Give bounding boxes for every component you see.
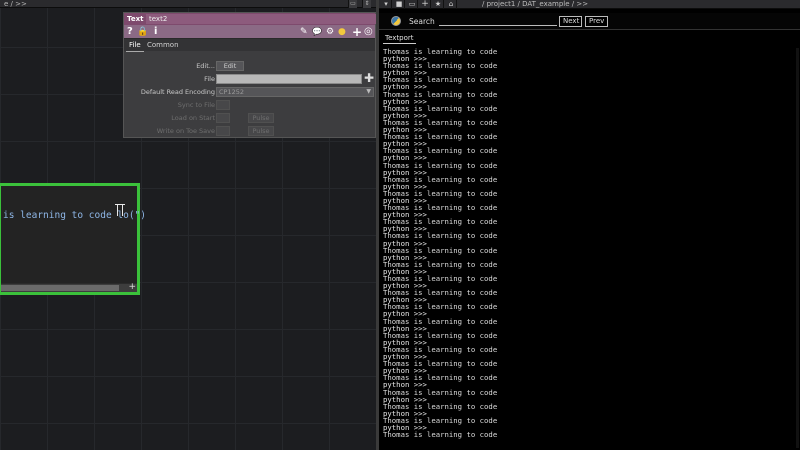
text-cursor-icon (115, 204, 125, 216)
textport-line: Thomas is learning to code (383, 117, 498, 127)
textport-line: Thomas is learning to code (383, 288, 498, 298)
tab-common[interactable]: Common (144, 39, 182, 51)
chevron-down-icon: ▼ (366, 88, 371, 95)
write-on-save-toggle[interactable] (216, 126, 230, 136)
pane-breadcrumb[interactable]: / project1 / DAT_example / >> (482, 0, 588, 9)
param-row-edit: Edit... Edit (124, 61, 376, 72)
add-pane-icon[interactable]: + (420, 0, 431, 9)
info-icon[interactable]: i (154, 26, 157, 38)
help-icon[interactable]: ? (127, 26, 133, 38)
textport-scrollbar[interactable] (796, 48, 799, 448)
file-label: File (204, 75, 215, 83)
encoding-label: Default Read Encoding (140, 88, 215, 96)
python-icon[interactable]: ● (338, 26, 346, 38)
textport-line: Thomas is learning to code (383, 274, 498, 283)
load-pulse-button[interactable]: Pulse (248, 113, 274, 123)
textport-line: Thomas is learning to code (383, 48, 498, 56)
operator-name-field[interactable]: text2 (146, 14, 376, 24)
next-button[interactable]: Next (559, 16, 582, 27)
textport-line: Thomas is learning to code (383, 430, 498, 440)
param-tabs: File Common (124, 39, 375, 52)
compare-icon[interactable]: ⚙ (326, 26, 334, 38)
search-label: Search (409, 17, 435, 26)
textport-topbar: ▾ ■ ▭ + ★ ⌂ / project1 / DAT_example / >… (379, 0, 800, 9)
python-help-icon[interactable]: 🔒 (137, 26, 148, 38)
textport-line: Thomas is learning to code (383, 373, 498, 383)
textport-line: Thomas is learning to code (383, 188, 498, 198)
edit-button[interactable]: Edit (216, 61, 244, 71)
file-browse-icon[interactable]: ✚ (364, 72, 374, 84)
expand-icon[interactable]: ⇕ (362, 0, 371, 8)
param-row-encoding: Default Read Encoding CP1252 ▼ (124, 87, 376, 98)
textport-line: Thomas is learning to code (383, 132, 498, 142)
textport-line: Thomas is learning to code (383, 75, 498, 85)
scroll-thumb[interactable] (1, 285, 119, 291)
sync-label: Sync to File (177, 101, 215, 109)
file-field[interactable] (216, 74, 362, 84)
textport-line: Thomas is learning to code (383, 316, 498, 326)
param-titlebar: Text text2 (124, 13, 376, 25)
textport-line: Thomas is learning to code (383, 344, 498, 354)
edit-label: Edit... (196, 62, 215, 70)
textport-line: Thomas is learning to code (383, 415, 498, 425)
home-icon[interactable]: ⌂ (446, 0, 457, 9)
edit-icon[interactable]: ✎ (300, 26, 308, 38)
textport-line: Thomas is learning to code (383, 401, 498, 411)
textport-line: Thomas is learning to code (383, 146, 498, 156)
encoding-value: CP1252 (219, 88, 245, 96)
textport-pane: ▾ ■ ▭ + ★ ⌂ / project1 / DAT_example / >… (379, 0, 800, 450)
load-on-start-label: Load on Start (171, 114, 215, 122)
search-input[interactable] (439, 16, 557, 26)
dat-viewer[interactable]: is learning to code lo(") + (0, 183, 146, 295)
textport-line: Thomas is learning to code (383, 103, 498, 113)
textport-line: Thomas is learning to code (383, 89, 498, 99)
textport-line: Thomas is learning to code (383, 245, 498, 255)
param-row-write-on-save: Write on Toe Save Pulse (124, 126, 376, 137)
dat-text-content[interactable]: is learning to code lo(") (3, 210, 146, 221)
param-row-load-on-start: Load on Start Pulse (124, 113, 376, 124)
textport-line: Thomas is learning to code (383, 259, 498, 269)
param-row-file: File ✚ (124, 72, 376, 85)
split-icon[interactable]: ▭ (348, 0, 357, 8)
stop-icon[interactable]: ■ (394, 0, 405, 9)
network-breadcrumb[interactable]: e / >> (4, 0, 27, 8)
textport-line: Thomas is learning to code (383, 217, 498, 227)
textport-line: Thomas is learning to code (383, 359, 498, 369)
textport-line: Thomas is learning to code (383, 203, 498, 213)
param-icon-bar: ? 🔒 i ✎ 💬 ⚙ ● + ◎ (124, 25, 375, 39)
sync-toggle[interactable] (216, 100, 230, 110)
param-row-sync: Sync to File (124, 100, 376, 111)
network-topbar: e / >> ▭ ⇕ (0, 0, 376, 8)
expand-plus-icon[interactable]: + (128, 282, 136, 292)
textport-line: Thomas is learning to code (383, 160, 498, 170)
search-bar: Search Next Prev (379, 13, 800, 30)
textport-line: Thomas is learning to code (383, 174, 498, 184)
network-editor[interactable]: e / >> ▭ ⇕ Text text2 ? 🔒 i ✎ 💬 ⚙ ● + ◎ … (0, 0, 376, 450)
encoding-menu[interactable]: CP1252 ▼ (216, 87, 374, 97)
tab-textport[interactable]: Textport (383, 33, 416, 44)
star-icon[interactable]: ★ (433, 0, 444, 9)
textport-line: Thomas is learning to code (383, 61, 498, 71)
write-pulse-button[interactable]: Pulse (248, 126, 274, 136)
comment-icon[interactable]: 💬 (312, 26, 322, 38)
add-icon[interactable]: + (352, 26, 362, 38)
operator-type: Text (127, 15, 144, 23)
pane-menu-icon[interactable]: ▾ (381, 0, 392, 9)
dat-horizontal-scrollbar[interactable]: + (1, 282, 137, 292)
write-on-save-label: Write on Toe Save (156, 127, 215, 135)
prev-button[interactable]: Prev (585, 16, 608, 27)
textport-line: Thomas is learning to code (383, 387, 498, 397)
window-icon[interactable]: ▭ (407, 0, 418, 9)
textport-line: Thomas is learning to code (383, 302, 498, 312)
textport-line: Thomas is learning to code (383, 231, 498, 241)
python-icon (391, 16, 401, 26)
parameter-window[interactable]: Text text2 ? 🔒 i ✎ 💬 ⚙ ● + ◎ File Common… (123, 12, 376, 138)
target-icon[interactable]: ◎ (364, 26, 373, 38)
load-on-start-toggle[interactable] (216, 113, 230, 123)
textport-output[interactable]: Thomas is learning to code python >>> Thom… (383, 48, 793, 450)
textport-line: Thomas is learning to code (383, 330, 498, 340)
tab-file[interactable]: File (126, 39, 144, 52)
